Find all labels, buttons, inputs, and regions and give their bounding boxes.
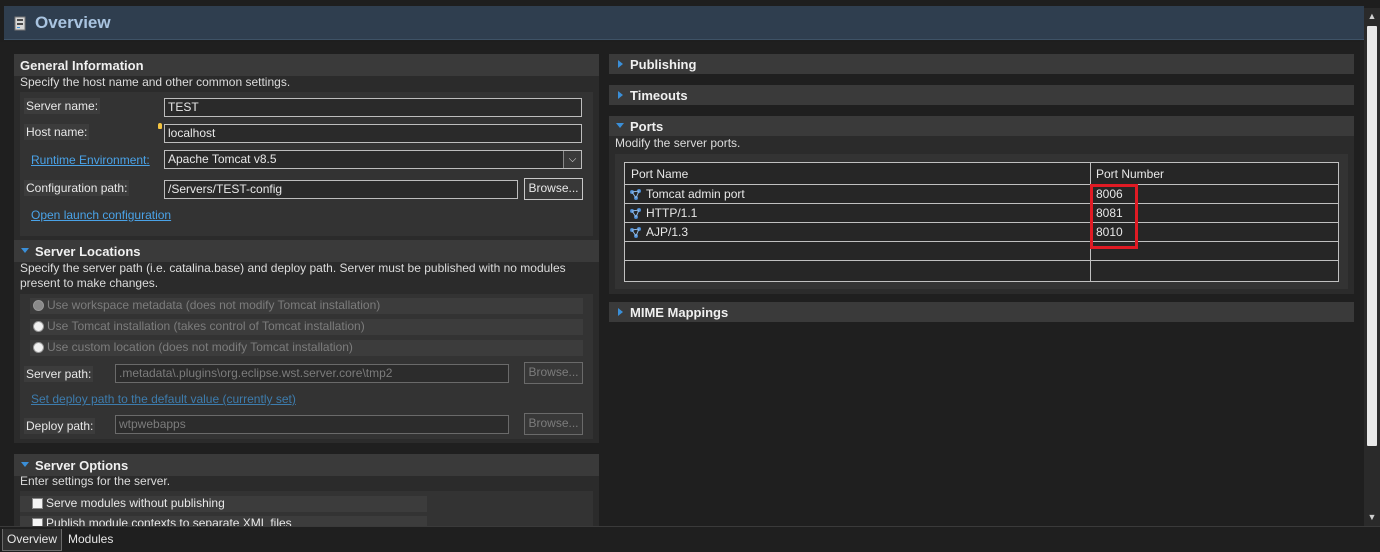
editor-page-tabs: Overview Modules [0, 526, 1380, 552]
server-locations-header[interactable]: Server Locations [14, 240, 599, 262]
table-row[interactable]: HTTP/1.1 8081 [625, 204, 1338, 223]
server-options-form: Serve modules without publishing Publish… [20, 491, 593, 526]
configuration-browse-button[interactable]: Browse... [524, 178, 583, 200]
server-editor-icon [14, 16, 26, 31]
radio-custom-location[interactable]: Use custom location (does not modify Tom… [30, 340, 583, 356]
section-title: General Information [20, 58, 144, 73]
checkbox[interactable] [32, 498, 43, 509]
server-locations-section: Server Locations Specify the server path… [14, 240, 599, 443]
radio-label: Use custom location (does not modify Tom… [47, 340, 353, 354]
table-row[interactable]: AJP/1.3 8010 [625, 223, 1338, 242]
section-description: Specify the server path (i.e. catalina.b… [20, 261, 566, 290]
server-options-section: Server Options Enter settings for the se… [14, 454, 599, 526]
section-description: Modify the server ports. [615, 136, 741, 150]
timeouts-header[interactable]: Timeouts [609, 85, 1354, 105]
port-name: AJP/1.3 [646, 225, 689, 239]
collapse-twisty-icon[interactable] [618, 60, 623, 68]
editor-title-bar: Overview [0, 0, 1380, 42]
mime-mappings-section[interactable]: MIME Mappings [609, 302, 1354, 322]
radio-button[interactable] [33, 342, 44, 353]
deploy-path-browse-button[interactable]: Browse... [524, 413, 583, 435]
radio-tomcat-installation[interactable]: Use Tomcat installation (takes control o… [30, 319, 583, 335]
section-title: Timeouts [630, 88, 688, 103]
set-deploy-path-link[interactable]: Set deploy path to the default value (cu… [31, 392, 296, 406]
ports-table-container: Port Name Port Number Tomcat admin port … [615, 154, 1348, 289]
scroll-up-arrow-icon[interactable]: ▲ [1367, 11, 1377, 21]
timeouts-section[interactable]: Timeouts [609, 85, 1354, 105]
checkbox-label: Serve modules without publishing [46, 496, 225, 510]
radio-label: Use workspace metadata (does not modify … [47, 298, 381, 312]
collapse-twisty-icon[interactable] [618, 91, 623, 99]
section-title: Ports [630, 119, 664, 134]
deploy-path-field[interactable]: wtpwebapps [115, 415, 509, 434]
host-name-field[interactable]: localhost [164, 124, 582, 143]
section-description: Specify the host name and other common s… [20, 75, 291, 89]
scroll-down-arrow-icon[interactable]: ▼ [1367, 512, 1377, 522]
server-name-label: Server name: [24, 98, 101, 114]
page-title: Overview [35, 13, 111, 32]
port-icon [630, 208, 641, 219]
section-title: Server Options [35, 458, 129, 473]
port-icon [630, 189, 641, 200]
chevron-down-icon[interactable]: ⌵ [563, 151, 581, 168]
table-row-empty[interactable] [625, 261, 1338, 280]
radio-button[interactable] [33, 300, 44, 311]
port-icon [630, 227, 641, 238]
section-title: Publishing [630, 57, 697, 72]
serve-modules-checkbox-row[interactable]: Serve modules without publishing [20, 496, 427, 512]
port-name: HTTP/1.1 [646, 206, 698, 220]
configuration-path-field[interactable]: /Servers/TEST-config [164, 180, 518, 199]
runtime-environment-select[interactable]: Apache Tomcat v8.5 ⌵ [164, 150, 582, 169]
server-name-field[interactable]: TEST [164, 98, 582, 117]
content-assist-bulb-icon [158, 123, 162, 129]
publishing-header[interactable]: Publishing [609, 54, 1354, 74]
table-header-row: Port Name Port Number [625, 163, 1338, 185]
port-name: Tomcat admin port [646, 187, 745, 201]
runtime-environment-value: Apache Tomcat v8.5 [168, 152, 277, 166]
server-options-header[interactable]: Server Options [14, 454, 599, 476]
publishing-section[interactable]: Publishing [609, 54, 1354, 74]
scroll-thumb[interactable] [1367, 26, 1377, 446]
server-path-browse-button[interactable]: Browse... [524, 362, 583, 384]
expand-twisty-icon[interactable] [21, 462, 29, 467]
runtime-environment-link[interactable]: Runtime Environment: [31, 153, 150, 167]
open-launch-configuration-link[interactable]: Open launch configuration [31, 208, 171, 222]
checkbox-label: Publish module contexts to separate XML … [46, 516, 292, 526]
table-row-empty[interactable] [625, 242, 1338, 261]
general-information-header: General Information [14, 54, 599, 76]
server-path-field[interactable]: .metadata\.plugins\org.eclipse.wst.serve… [115, 364, 509, 383]
general-form: Server name: TEST Host name: localhost R… [20, 92, 593, 236]
tab-modules[interactable]: Modules [64, 529, 117, 551]
tab-overview[interactable]: Overview [2, 529, 63, 551]
publish-contexts-checkbox-row[interactable]: Publish module contexts to separate XML … [20, 516, 427, 526]
column-header-port-number[interactable]: Port Number [1096, 165, 1164, 183]
server-locations-form: Use workspace metadata (does not modify … [20, 294, 593, 439]
radio-label: Use Tomcat installation (takes control o… [47, 319, 365, 333]
ports-table[interactable]: Port Name Port Number Tomcat admin port … [624, 162, 1339, 282]
server-path-label: Server path: [24, 366, 94, 382]
configuration-path-label: Configuration path: [24, 180, 130, 196]
radio-workspace-metadata[interactable]: Use workspace metadata (does not modify … [30, 298, 583, 314]
general-information-section: General Information Specify the host nam… [14, 54, 599, 240]
ports-header[interactable]: Ports [609, 116, 1354, 136]
table-row[interactable]: Tomcat admin port 8006 [625, 185, 1338, 204]
section-title: MIME Mappings [630, 305, 729, 320]
host-name-label: Host name: [24, 124, 90, 140]
section-title: Server Locations [35, 244, 141, 259]
mime-mappings-header[interactable]: MIME Mappings [609, 302, 1354, 322]
collapse-twisty-icon[interactable] [618, 308, 623, 316]
radio-button[interactable] [33, 321, 44, 332]
overview-header: Overview [4, 6, 1364, 40]
section-description: Enter settings for the server. [20, 474, 171, 488]
vertical-scrollbar[interactable]: ▲ ▼ [1364, 8, 1380, 526]
port-number-highlight [1090, 184, 1138, 249]
column-header-port-name[interactable]: Port Name [631, 165, 688, 183]
expand-twisty-icon[interactable] [616, 123, 624, 128]
ports-section: Ports Modify the server ports. Port Name… [609, 116, 1354, 294]
expand-twisty-icon[interactable] [21, 248, 29, 253]
deploy-path-label: Deploy path: [24, 418, 96, 434]
checkbox[interactable] [32, 518, 43, 526]
